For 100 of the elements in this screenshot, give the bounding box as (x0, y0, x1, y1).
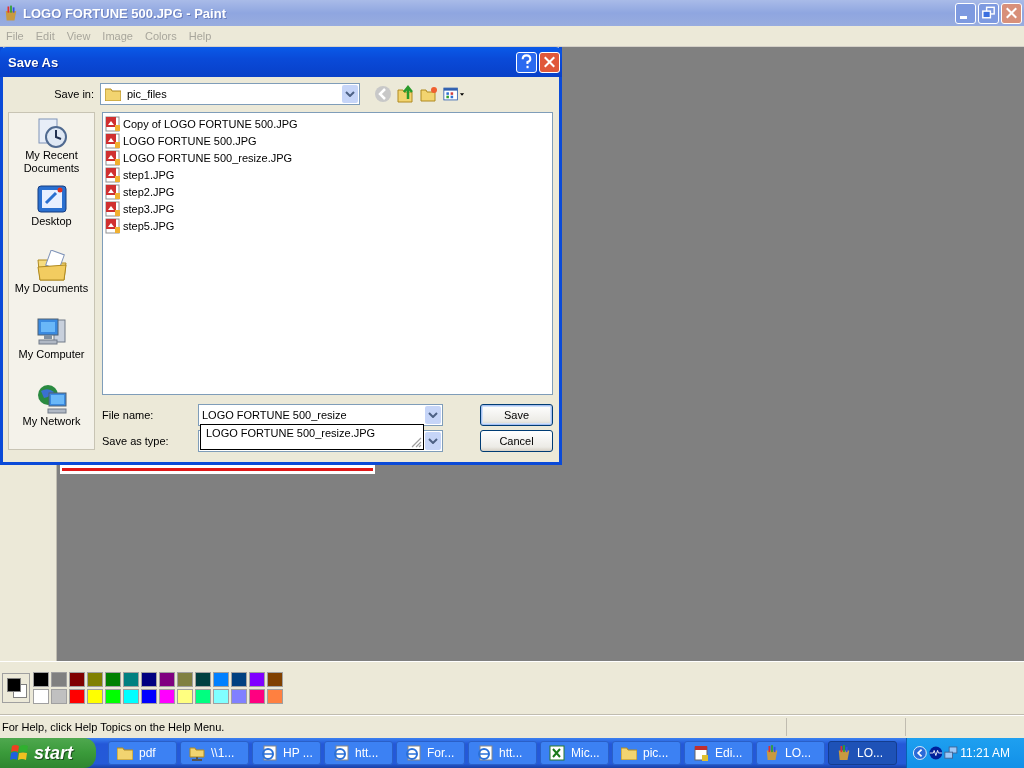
image-file-icon (105, 149, 121, 166)
save-in-dropdown[interactable]: pic_files (100, 83, 360, 105)
color-swatch[interactable] (159, 672, 175, 687)
folder-icon (621, 746, 637, 760)
up-folder-icon[interactable] (397, 85, 415, 103)
new-folder-icon[interactable] (420, 85, 438, 103)
image-file-icon (105, 183, 121, 200)
start-button[interactable]: start (0, 738, 96, 768)
color-swatch[interactable] (69, 689, 85, 704)
autocomplete-menu[interactable]: LOGO FORTUNE 500_resize.JPG (200, 424, 424, 450)
taskbar-item[interactable]: htt... (468, 741, 537, 765)
taskbar-item[interactable]: Edi... (684, 741, 753, 765)
color-swatch[interactable] (87, 672, 103, 687)
network-folder-icon (189, 745, 205, 761)
color-swatch[interactable] (177, 689, 193, 704)
dialog-button[interactable]: Cancel (480, 430, 553, 452)
save-as-type-label: Save as type: (102, 435, 170, 447)
color-selector[interactable] (2, 673, 30, 703)
image-file-icon (105, 115, 121, 132)
clock: 11:21 AM (960, 746, 1011, 760)
list-entry[interactable]: Copy of LOGO FORTUNE 500.JPG (105, 115, 298, 132)
color-swatch[interactable] (123, 672, 139, 687)
taskbar-item[interactable]: HP ... (252, 741, 321, 765)
restore-button[interactable] (978, 2, 999, 24)
minimize-button[interactable] (955, 2, 976, 24)
spreadsheet-icon (549, 745, 565, 761)
color-swatch[interactable] (267, 672, 283, 687)
list-entry[interactable]: step3.JPG (105, 200, 175, 217)
chevron-icon[interactable] (913, 745, 927, 761)
paint-brushes-icon (765, 745, 779, 761)
globe-computer-icon (35, 382, 68, 415)
color-swatch[interactable] (213, 672, 229, 687)
dialog-button[interactable]: Save (480, 404, 553, 426)
image-file-icon (105, 200, 121, 217)
save-in-label: Save in: (53, 88, 95, 100)
color-swatch[interactable] (159, 689, 175, 704)
list-entry[interactable]: step2.JPG (105, 183, 175, 200)
color-swatch[interactable] (195, 672, 211, 687)
list-entry[interactable]: step1.JPG (105, 166, 175, 183)
clock-document-icon (35, 117, 68, 149)
places-item[interactable]: My Recent Documents (9, 117, 94, 184)
places-item[interactable]: My Computer (9, 316, 94, 383)
color-swatch[interactable] (141, 689, 157, 704)
image-file-icon (105, 166, 121, 183)
wave-icon[interactable] (928, 745, 943, 761)
taskbar-item[interactable]: LO... (756, 741, 825, 765)
color-swatch[interactable] (141, 672, 157, 687)
list-entry[interactable]: step5.JPG (105, 217, 175, 234)
color-swatch[interactable] (87, 689, 103, 704)
color-swatch[interactable] (105, 672, 121, 687)
list-entry[interactable]: LOGO FORTUNE 500_resize.JPG (105, 149, 293, 166)
color-swatch[interactable] (33, 689, 49, 704)
image-file-icon (105, 217, 121, 234)
color-swatch[interactable] (213, 689, 229, 704)
places-item[interactable]: My Documents (9, 249, 94, 317)
image-file-icon (105, 132, 121, 149)
taskbar-item[interactable]: pdf (108, 741, 177, 765)
taskbar-item[interactable]: Mic... (540, 741, 609, 765)
close-button[interactable] (539, 51, 560, 73)
color-swatch[interactable] (105, 689, 121, 704)
taskbar-item[interactable]: pic... (612, 741, 681, 765)
taskbar-item[interactable]: LO... (828, 741, 897, 765)
folder-icon (105, 87, 121, 101)
color-swatch[interactable] (51, 689, 67, 704)
views-icon[interactable] (443, 86, 465, 102)
color-swatch[interactable] (267, 689, 283, 704)
color-swatch[interactable] (249, 689, 265, 704)
folder-icon (117, 746, 133, 760)
color-swatch[interactable] (33, 672, 49, 687)
color-swatch[interactable] (51, 672, 67, 687)
color-swatch[interactable] (177, 672, 193, 687)
taskbar-item[interactable]: \\1... (180, 741, 249, 765)
desktop-icon (35, 183, 68, 216)
window-title: LOGO FORTUNE 500.JPG - Paint (23, 5, 226, 21)
notepad-icon (693, 745, 709, 761)
windows-flag-icon (10, 743, 30, 763)
places-item[interactable]: My Network (9, 382, 94, 450)
document-folder-icon (35, 249, 68, 282)
browser-page-icon (333, 745, 349, 761)
paint-brushes-icon (4, 4, 18, 22)
browser-page-icon (261, 745, 277, 761)
dialog-title: Save As (8, 54, 60, 70)
close-button[interactable] (1001, 2, 1022, 24)
color-swatch[interactable] (231, 689, 247, 704)
taskbar-item[interactable]: htt... (324, 741, 393, 765)
back-icon[interactable] (374, 85, 392, 103)
help-button[interactable] (516, 51, 537, 73)
browser-page-icon (405, 745, 421, 761)
file-name-field[interactable]: LOGO FORTUNE 500_resize (198, 404, 443, 426)
color-swatch[interactable] (123, 689, 139, 704)
color-swatch[interactable] (249, 672, 265, 687)
list-entry[interactable]: LOGO FORTUNE 500.JPG (105, 132, 257, 149)
paint-brushes-icon (837, 745, 851, 761)
resize-grip-icon[interactable] (410, 436, 422, 448)
color-swatch[interactable] (231, 672, 247, 687)
taskbar-item[interactable]: For... (396, 741, 465, 765)
color-swatch[interactable] (69, 672, 85, 687)
places-item[interactable]: Desktop (9, 183, 94, 250)
color-swatch[interactable] (195, 689, 211, 704)
minimize-icon (959, 15, 967, 19)
